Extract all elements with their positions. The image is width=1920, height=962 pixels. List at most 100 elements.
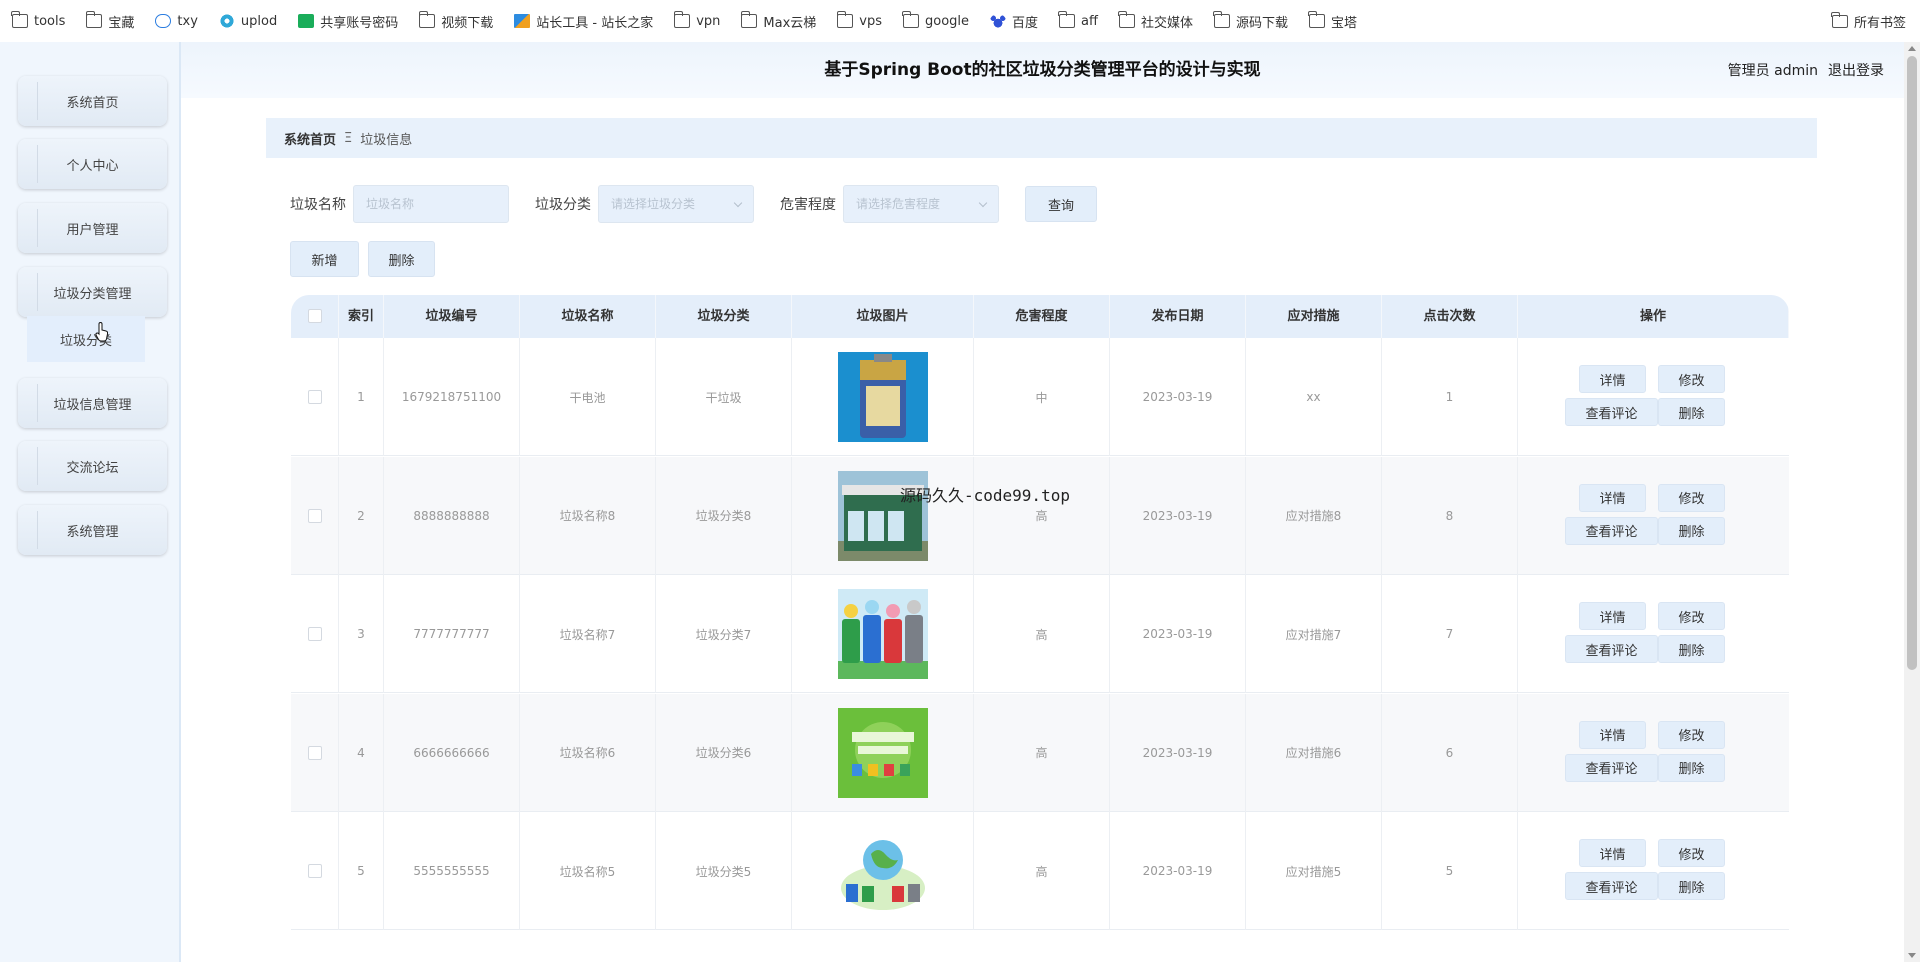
bookmark-item[interactable]: 源码下载 [1213,11,1288,31]
breadcrumb-home[interactable]: 系统首页 [284,129,336,148]
table-row: 2 8888888888 垃圾名称8 垃圾分类8 高 2023-03-19 应对措施8 8 详情… [291,456,1789,575]
bookmark-item[interactable]: tools [11,11,65,29]
sidebar-item-profile[interactable]: 个人中心 [18,139,167,189]
row-checkbox[interactable] [307,508,322,523]
hazard-select[interactable]: 请选择危害程度 [843,185,999,223]
row-checkbox[interactable] [307,390,322,404]
detail-button[interactable]: 详情 [1579,365,1646,393]
cell-category: 垃圾分类5 [656,812,792,930]
bookmark-item[interactable]: uplod [218,13,278,29]
submenu-item-category[interactable]: 垃圾分类 [27,316,145,362]
bookmark-label: Max云梯 [763,15,817,31]
th-clicks: 点击次数 [1382,295,1518,338]
cloud-icon [155,14,172,28]
sidebar-item-system[interactable]: 系统管理 [18,505,167,555]
delete-button[interactable]: 删除 [1658,872,1725,900]
query-button[interactable]: 查询 [1025,186,1097,222]
bookmark-item[interactable]: Max云梯 [740,11,817,31]
view-comments-button[interactable]: 查看评论 [1565,398,1658,426]
clicks-value: 5 [1445,864,1454,878]
hand-cursor-icon [95,322,109,342]
delete-button[interactable]: 删除 [1658,516,1725,545]
delete-button[interactable]: 删除 [1658,398,1725,426]
sidebar-item-home[interactable]: 系统首页 [18,76,167,126]
view-comments-button[interactable]: 查看评论 [1565,635,1658,663]
row-actions: 详情 修改 查看评论 删除 [1518,575,1789,693]
view-comments-button[interactable]: 查看评论 [1565,516,1658,545]
name-value: 垃圾名称6 [559,746,616,760]
bookmark-item[interactable]: vps [836,11,882,29]
bookmark-item[interactable]: google [902,11,969,29]
bookmark-label: 视频下载 [441,15,494,31]
row-checkbox[interactable] [307,627,322,641]
page-scrollbar[interactable] [1904,42,1920,962]
bookmark-label: uplod [240,13,278,29]
battery-image[interactable] [837,352,928,442]
bookmark-label: 社交媒体 [1140,15,1193,31]
scroll-up-icon[interactable] [1908,46,1916,51]
cell-hazard: 中 [974,338,1110,456]
date-value: 2023-03-19 [1142,745,1213,760]
category-select[interactable]: 请选择垃圾分类 [598,185,754,223]
select-all-checkbox[interactable] [307,309,322,323]
logout-link[interactable]: 退出登录 [1828,60,1884,80]
folder-icon [673,11,691,28]
earth-bins-image[interactable] [837,826,928,916]
measure-value: 应对措施6 [1285,746,1342,760]
name-input[interactable]: 垃圾名称 [353,185,509,223]
measure-value: xx [1306,390,1321,404]
bookmark-item[interactable]: 百度 [990,12,1038,31]
bookmark-item[interactable]: 站长工具 - 站长之家 [514,12,653,31]
scroll-thumb[interactable] [1907,56,1917,670]
bins-cartoon-image[interactable] [837,589,928,679]
cell-clicks: 1 [1382,338,1518,456]
folder-icon [11,11,28,28]
scroll-down-icon[interactable] [1908,953,1916,958]
header-select-all[interactable] [291,295,339,338]
th-date: 发布日期 [1110,295,1246,338]
bookmark-item[interactable]: 宝藏 [85,11,134,31]
all-bookmarks[interactable]: 所有书签 [1831,0,1906,42]
row-checkbox[interactable] [307,745,322,760]
edit-button[interactable]: 修改 [1658,839,1725,867]
detail-button[interactable]: 详情 [1579,483,1646,512]
cell-code: 8888888888 [384,456,520,575]
cell-hazard: 高 [974,456,1110,575]
edit-button[interactable]: 修改 [1658,602,1725,630]
table-row: 4 6666666666 垃圾名称6 垃圾分类6 高 2023-03-19 应对措施6 6 详情… [291,693,1789,812]
detail-button[interactable]: 详情 [1579,602,1646,630]
add-button[interactable]: 新增 [290,241,359,277]
bookmark-item[interactable]: vpn [673,11,720,29]
bookmark-item[interactable]: txy [155,14,198,29]
sidebar-item-users[interactable]: 用户管理 [18,203,167,253]
bookmark-item[interactable]: aff [1058,11,1098,29]
sidebar-item-forum[interactable]: 交流论坛 [18,441,167,491]
bookmark-item[interactable]: 宝塔 [1308,11,1358,31]
edit-button[interactable]: 修改 [1658,720,1725,749]
bookmark-item[interactable]: 社交媒体 [1118,11,1193,31]
index-value: 1 [357,390,365,404]
image-cell [792,456,974,575]
view-comments-button[interactable]: 查看评论 [1565,753,1658,782]
cell-clicks: 6 [1382,693,1518,812]
page-title: 基于Spring Boot的社区垃圾分类管理平台的设计与实现 [824,60,1261,80]
delete-button[interactable]: 删除 [1658,635,1725,663]
green-poster-image[interactable] [837,707,928,798]
hazard-value: 高 [1035,746,1048,760]
batch-delete-button[interactable]: 删除 [368,241,435,277]
sidebar-item-category-mgmt[interactable]: 垃圾分类管理 [18,267,167,317]
row-checkbox[interactable] [307,864,322,878]
edit-button[interactable]: 修改 [1658,365,1725,393]
bookmark-label: 宝塔 [1331,15,1358,31]
search-form: 垃圾名称 垃圾名称 垃圾分类 请选择垃圾分类 危害程度 请选择危害程度 查询 [290,185,1097,223]
folder-icon [1213,11,1230,28]
detail-button[interactable]: 详情 [1579,720,1646,749]
index-value: 4 [357,745,365,760]
delete-button[interactable]: 删除 [1658,753,1725,782]
view-comments-button[interactable]: 查看评论 [1565,872,1658,900]
sidebar-item-info-mgmt[interactable]: 垃圾信息管理 [18,378,167,428]
edit-button[interactable]: 修改 [1658,483,1725,512]
bookmark-item[interactable]: 共享账号密码 [298,12,398,31]
bookmark-item[interactable]: 视频下载 [418,11,494,31]
detail-button[interactable]: 详情 [1579,839,1646,867]
